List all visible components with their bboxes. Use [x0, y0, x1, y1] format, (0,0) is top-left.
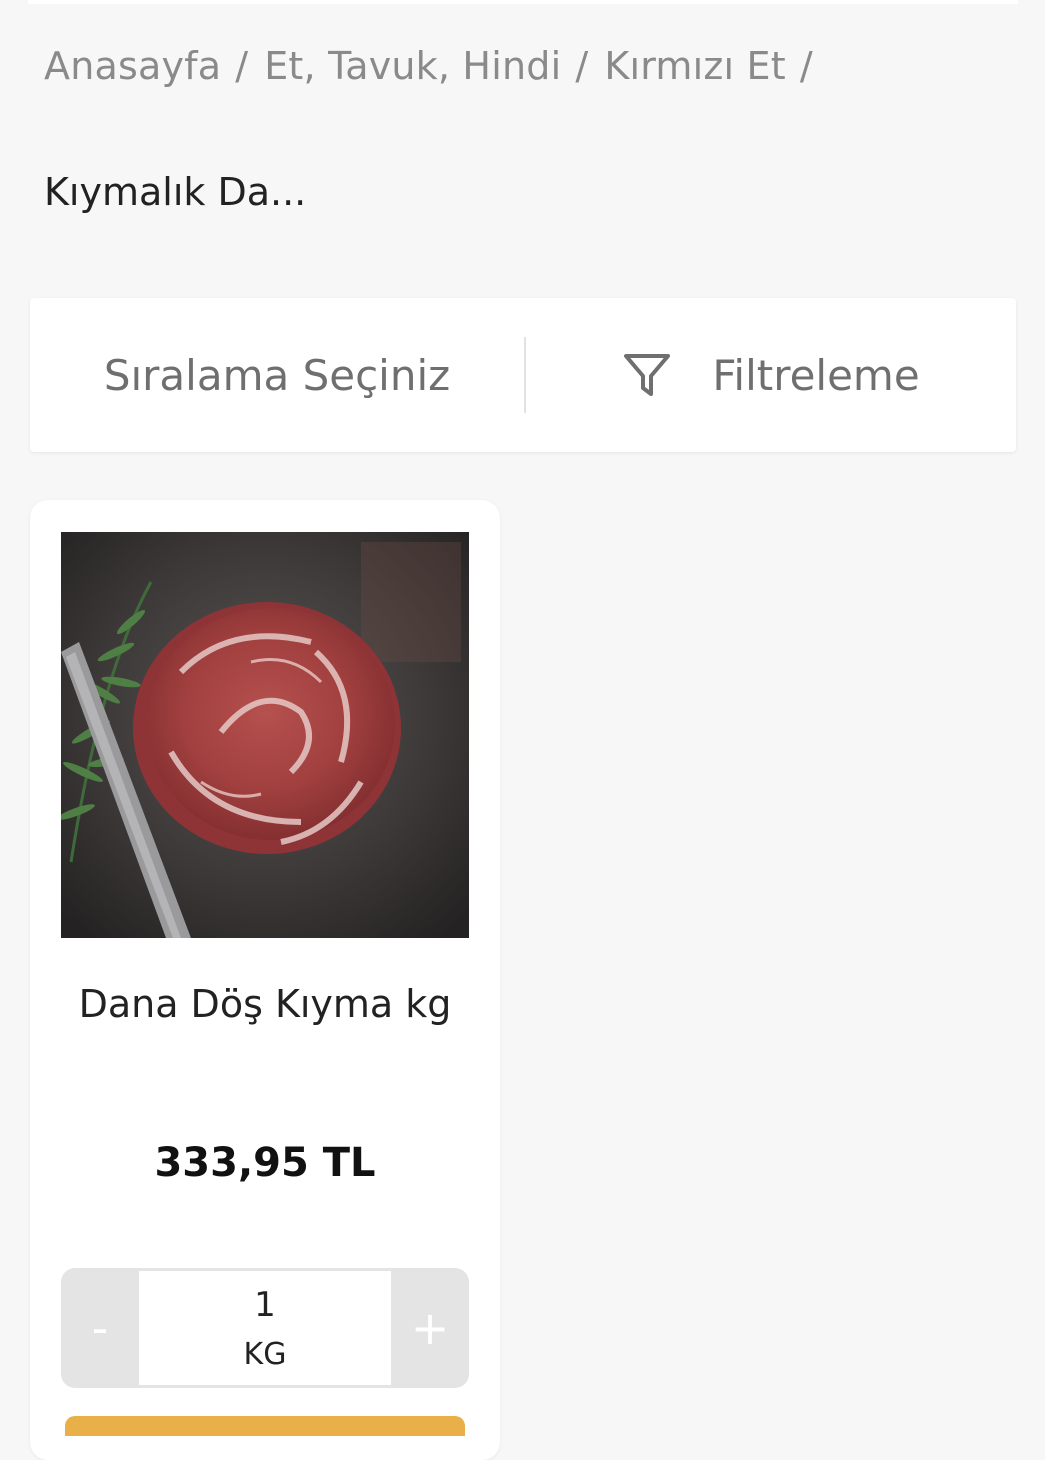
filter-button-label: Filtreleme: [712, 350, 920, 400]
quantity-unit: KG: [243, 1336, 287, 1372]
add-to-cart-button[interactable]: [65, 1416, 465, 1436]
quantity-display[interactable]: 1 KG: [139, 1271, 391, 1385]
breadcrumb: Anasayfa / Et, Tavuk, Hindi / Kırmızı Et /: [44, 44, 829, 88]
breadcrumb-separator: /: [799, 44, 813, 88]
quantity-value: 1: [254, 1284, 276, 1325]
breadcrumb-subcategory-link[interactable]: Kırmızı Et: [604, 44, 786, 88]
sort-button[interactable]: Sıralama Seçiniz: [30, 298, 524, 452]
top-strip: [28, 0, 1018, 4]
sort-button-label: Sıralama Seçiniz: [103, 350, 451, 400]
product-price: 333,95 TL: [154, 1140, 376, 1186]
page-title: Kıymalık Da...: [44, 170, 307, 214]
increment-button[interactable]: +: [391, 1268, 469, 1388]
filter-button[interactable]: Filtreleme: [526, 298, 1016, 452]
filter-funnel-icon: [622, 350, 672, 400]
decrement-button[interactable]: -: [61, 1268, 139, 1388]
breadcrumb-home-link[interactable]: Anasayfa: [44, 44, 221, 88]
product-card[interactable]: Dana Döş Kıyma kg 333,95 TL - 1 KG +: [30, 500, 500, 1460]
breadcrumb-separator: /: [235, 44, 249, 88]
product-image[interactable]: [61, 532, 469, 938]
product-name[interactable]: Dana Döş Kıyma kg: [30, 982, 500, 1026]
breadcrumb-category-link[interactable]: Et, Tavuk, Hindi: [264, 44, 561, 88]
sort-filter-toolbar: Sıralama Seçiniz Filtreleme: [30, 298, 1016, 452]
quantity-stepper: - 1 KG +: [61, 1268, 469, 1388]
breadcrumb-separator: /: [575, 44, 589, 88]
